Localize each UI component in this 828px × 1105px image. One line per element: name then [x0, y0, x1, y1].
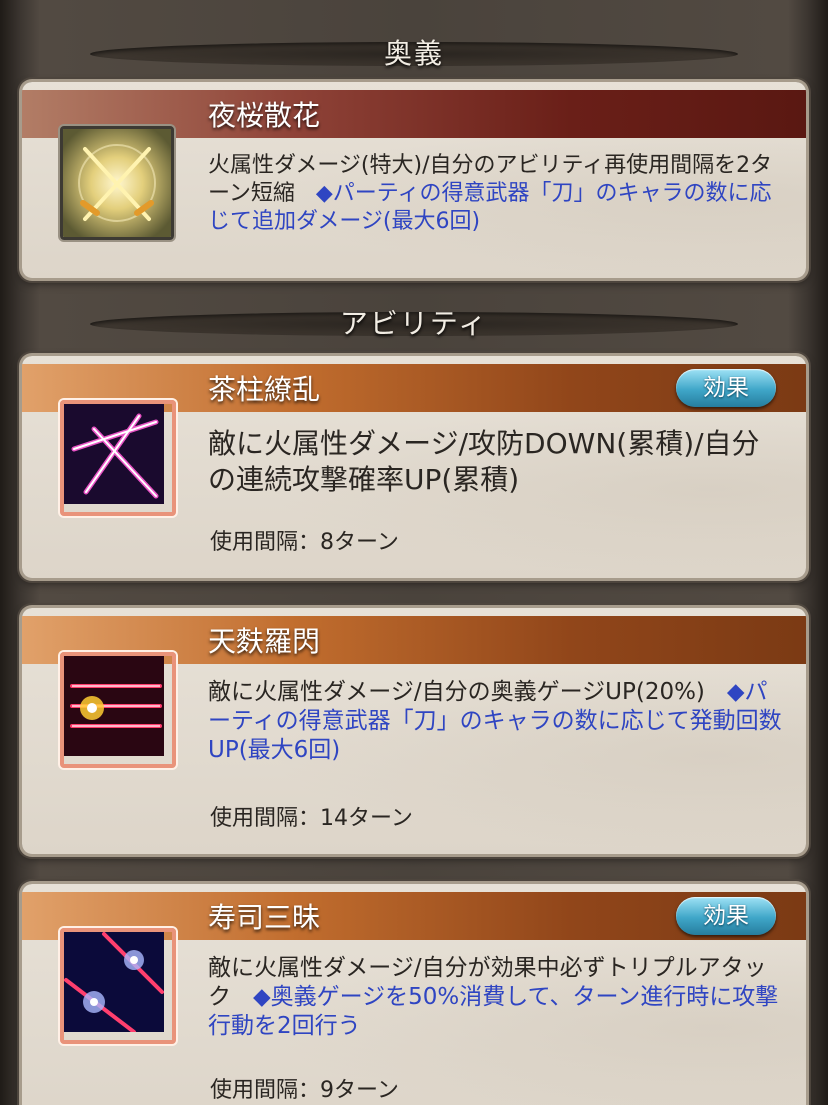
ability-desc-main: 敵に火属性ダメージ/攻防DOWN(累積)/自分の連続攻撃確率UP(累積): [208, 427, 760, 496]
ougi-section-title: 奥義: [383, 37, 444, 70]
red-flash-burst-icon: [60, 652, 176, 768]
ability-card-3[interactable]: 寿司三昧 効果 敵に火属性ダメージ/自分が効果中必ずトリプルアタック ◆奥義ゲー…: [22, 884, 806, 1105]
ability-cooldown: 使用間隔：8ターン: [210, 530, 399, 555]
ability-section-title: アビリティ: [339, 307, 489, 340]
ability-name: 寿司三昧: [208, 901, 321, 934]
ability-name: 茶柱繚乱: [208, 373, 321, 406]
ougi-section-header: 奥義: [0, 24, 828, 80]
ability-cooldown: 使用間隔：9ターン: [210, 1078, 399, 1103]
ougi-description: 火属性ダメージ(特大)/自分のアビリティ再使用間隔を2ターン短縮 ◆パーティの得…: [208, 152, 786, 236]
blue-sparkle-slash-icon: [60, 928, 176, 1044]
ability-description: 敵に火属性ダメージ/攻防DOWN(累積)/自分の連続攻撃確率UP(累積): [208, 426, 786, 497]
ability-name: 天麩羅閃: [208, 625, 321, 658]
effect-button[interactable]: 効果: [676, 897, 776, 935]
ability-description: 敵に火属性ダメージ/自分が効果中必ずトリプルアタック ◆奥義ゲージを50%消費し…: [208, 954, 786, 1042]
crossed-swords-icon: [60, 126, 174, 240]
effect-button[interactable]: 効果: [676, 369, 776, 407]
ability-description: 敵に火属性ダメージ/自分の奥義ゲージUP(20%) ◆パーティの得意武器「刀」の…: [208, 678, 786, 766]
ability-card-1[interactable]: 茶柱繚乱 効果 敵に火属性ダメージ/攻防DOWN(累積)/自分の連続攻撃確率UP…: [22, 356, 806, 578]
pink-slash-star-icon: [60, 400, 176, 516]
ability-cooldown: 使用間隔：14ターン: [210, 806, 413, 831]
ability-section-header: アビリティ: [0, 294, 828, 350]
ability-card-2[interactable]: 天麩羅閃 敵に火属性ダメージ/自分の奥義ゲージUP(20%) ◆パーティの得意武…: [22, 608, 806, 854]
ougi-card[interactable]: 夜桜散花 火属性ダメージ(特大)/自分のアビリティ再使用間隔を2ターン短縮 ◆パ…: [22, 82, 806, 278]
ability-desc-main: 敵に火属性ダメージ/自分の奥義ゲージUP(20%): [208, 679, 705, 705]
ability-desc-highlight: ◆奥義ゲージを50%消費して、ターン進行時に攻撃行動を2回行う: [208, 984, 779, 1040]
ougi-name: 夜桜散花: [208, 99, 321, 132]
